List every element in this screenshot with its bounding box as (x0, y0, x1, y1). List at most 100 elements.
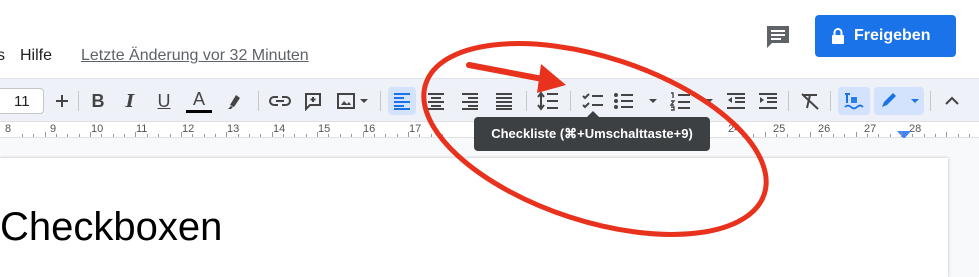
ruler-tick (90, 132, 91, 137)
chevron-up-icon (945, 96, 959, 105)
ruler-tick (294, 134, 295, 137)
last-edit-link[interactable]: Letzte Änderung vor 32 Minuten (81, 47, 309, 65)
checklist-icon (582, 93, 603, 109)
menu-item-help[interactable]: Hilfe (20, 47, 52, 65)
ruler-number: 8 (5, 123, 12, 135)
toolbar-divider (788, 91, 789, 111)
bulleted-list-button[interactable] (612, 87, 660, 115)
ruler-tick (924, 134, 925, 137)
highlighter-icon (228, 95, 240, 109)
collapse-menus-button[interactable] (938, 87, 966, 115)
ruler-tick (901, 132, 902, 137)
ruler-tick (158, 134, 159, 137)
link-icon (269, 96, 291, 106)
ruler-tick (113, 134, 114, 137)
ruler-tick (408, 132, 409, 137)
ruler-tick (946, 132, 947, 137)
ruler-tick (215, 134, 216, 137)
text-color-label: A (192, 88, 205, 109)
ruler-tick (753, 134, 754, 137)
align-left-button[interactable] (388, 87, 416, 115)
ruler-tick (890, 134, 891, 137)
numbered-list-button[interactable] (668, 87, 716, 115)
ruler-number: 24 (728, 123, 741, 135)
pencil-icon (882, 93, 919, 107)
ruler-tick (22, 134, 23, 137)
spellcheck-icon (844, 93, 864, 110)
align-right-icon (462, 93, 478, 110)
comment-history-button[interactable] (760, 20, 796, 56)
insert-link-button[interactable] (266, 87, 294, 115)
lock-icon (832, 28, 844, 44)
ruler-tick (351, 134, 352, 137)
ruler-tick (374, 134, 375, 137)
italic-button[interactable]: I (118, 87, 142, 115)
ruler-tick (742, 134, 743, 137)
decrease-indent-icon (727, 93, 745, 109)
clear-formatting-icon (801, 93, 819, 110)
italic-label: I (125, 90, 135, 112)
share-button[interactable]: Freigeben (815, 15, 956, 57)
ruler-tick (787, 134, 788, 137)
ruler-tick (56, 134, 57, 137)
ruler-tick (238, 134, 239, 137)
align-center-button[interactable] (422, 87, 450, 115)
line-spacing-button[interactable] (534, 87, 562, 115)
editing-mode-button[interactable] (874, 87, 924, 115)
ruler-tick (833, 134, 834, 137)
bold-label: B (91, 90, 105, 111)
increase-indent-button[interactable] (754, 87, 782, 115)
ruler-tick (226, 132, 227, 137)
ruler-tick (135, 132, 136, 137)
justify-icon (496, 93, 512, 110)
ruler-tick (958, 134, 959, 137)
ruler-tick (844, 134, 845, 137)
add-comment-button[interactable] (300, 87, 326, 115)
bold-button[interactable]: B (86, 87, 110, 115)
ruler-tick (765, 132, 766, 137)
clear-formatting-button[interactable] (796, 87, 824, 115)
increase-indent-icon (759, 93, 777, 109)
ruler-tick (317, 132, 318, 137)
ruler-tick (419, 134, 420, 137)
font-size-input[interactable]: 11 (0, 88, 44, 114)
menu-item-partial[interactable]: s (0, 47, 5, 65)
highlight-button[interactable] (222, 87, 246, 115)
toolbar-divider (78, 91, 79, 111)
text-color-button[interactable]: A (186, 87, 212, 115)
toolbar-divider (930, 91, 931, 111)
ruler-tick (33, 134, 34, 137)
toolbar-divider (526, 91, 527, 111)
ruler-tick (878, 134, 879, 137)
tooltip-text: Checkliste (⌘+Umschalttaste+9) (491, 126, 693, 141)
ruler-tick (799, 134, 800, 137)
ruler-tick (249, 134, 250, 137)
justify-button[interactable] (490, 87, 518, 115)
toolbar: 11 B I U A (0, 78, 979, 121)
numbered-list-icon (669, 92, 713, 111)
line-spacing-icon (537, 91, 558, 111)
spellcheck-button[interactable] (838, 87, 870, 115)
ruler-tick (79, 134, 80, 137)
ruler-tick (124, 134, 125, 137)
underline-button[interactable]: U (152, 87, 176, 115)
ruler-tick (272, 132, 273, 137)
document-heading[interactable]: Checkboxen (0, 205, 222, 250)
ruler-tick (385, 134, 386, 137)
toolbar-divider (830, 91, 831, 111)
insert-image-button[interactable] (334, 87, 374, 115)
toolbar-divider (380, 91, 381, 111)
image-icon (337, 93, 368, 109)
ruler-number: 25 (773, 123, 786, 135)
ruler-tick (856, 132, 857, 137)
align-right-button[interactable] (456, 87, 484, 115)
decrease-indent-button[interactable] (722, 87, 750, 115)
ruler-tick (363, 132, 364, 137)
plus-icon (56, 95, 68, 107)
ruler-tick (101, 134, 102, 137)
ruler-number: 11 (136, 123, 148, 135)
ruler-tick (776, 134, 777, 137)
ruler-tick (442, 134, 443, 137)
ruler-tick (810, 132, 811, 137)
increase-font-size-button[interactable] (50, 87, 74, 115)
